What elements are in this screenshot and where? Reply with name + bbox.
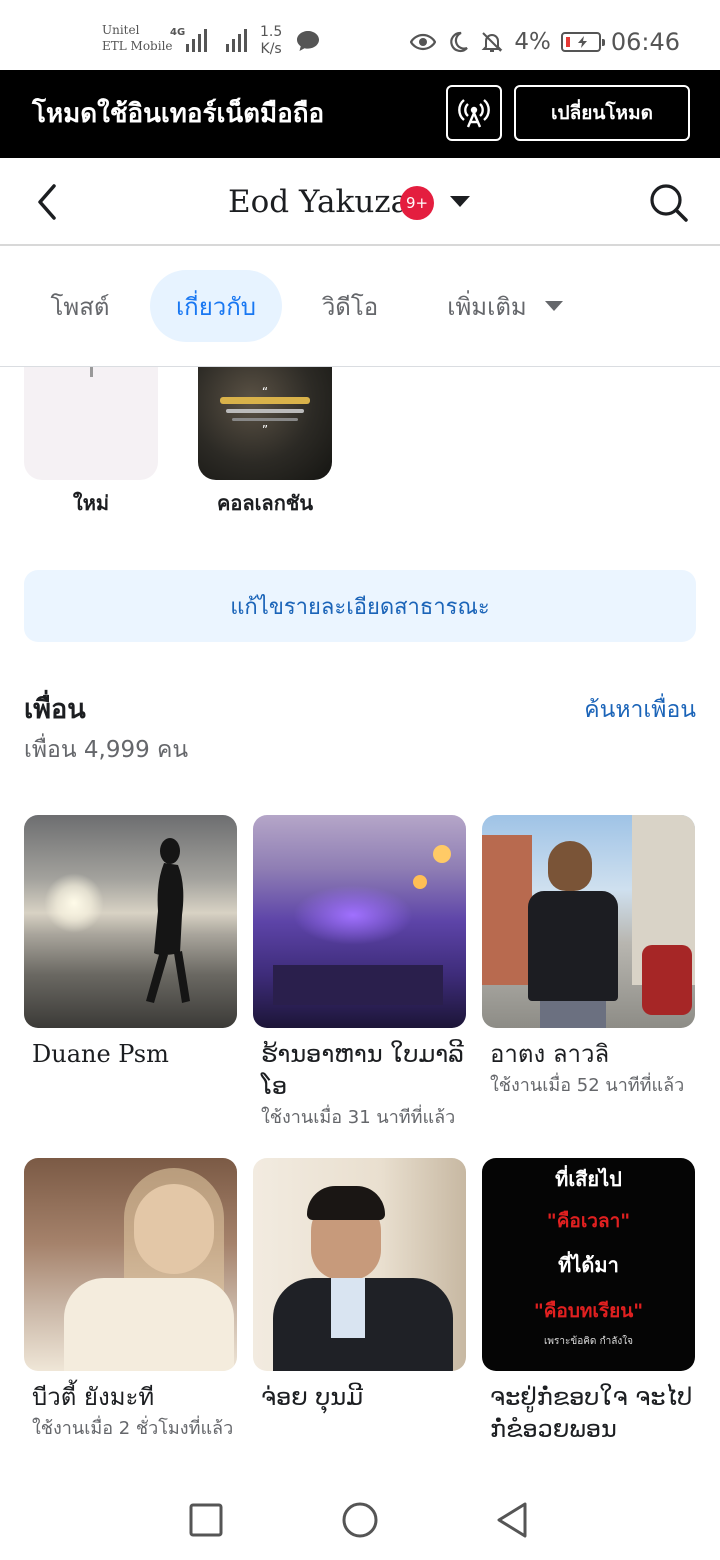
signal-icon-2 <box>226 28 247 52</box>
speed-value: 1.5 <box>260 24 283 40</box>
switch-mode-button[interactable]: เปลี่ยนโหมด <box>514 85 690 141</box>
plus-icon <box>90 367 93 377</box>
friend-photo[interactable]: ที่เสียไป "คือเวลา" ที่ได้มา "คือบทเรียน… <box>482 1158 695 1371</box>
notification-badge: 9+ <box>400 186 434 220</box>
tab-more[interactable]: เพิ่มเติม <box>430 270 580 342</box>
friend-photo[interactable] <box>253 815 466 1028</box>
friends-count: เพื่อน 4,999 คน <box>24 737 189 763</box>
featured-collection-thumb: “ ” <box>198 367 332 480</box>
friend-card[interactable]: Duane Psm <box>24 815 237 1070</box>
quote-line <box>220 397 310 404</box>
lamp <box>433 845 451 863</box>
poster-line2: "คือเวลา" <box>546 1210 631 1232</box>
dress <box>64 1278 234 1371</box>
network-speed: 1.5 K/s <box>260 24 282 58</box>
status-bar: Unitel ETL Mobile 4G 1.5 K/s 4% 06:46 <box>0 0 720 70</box>
friend-card[interactable]: ຮ້ານອາຫານ ໃບມາລີໂອ ใช้งานเมื่อ 31 นาทีที… <box>253 815 466 1130</box>
moon-icon <box>450 31 469 53</box>
pants <box>540 1001 606 1028</box>
clock: 06:46 <box>610 28 680 56</box>
head <box>548 841 592 891</box>
tab-videos[interactable]: วิดีโอ <box>300 270 400 342</box>
status-right: 4% 06:46 <box>410 26 680 58</box>
friend-name[interactable]: ຮ້ານອາຫານ ໃບມາລີໂອ <box>253 1038 466 1102</box>
friend-card[interactable]: อาตง ลาวลิ ใช้งานเมื่อ 52 นาทีที่แล้ว <box>482 815 695 1098</box>
mode-title: โหมดใช้อินเทอร์เน็ตมือถือ <box>32 99 325 129</box>
stage-light <box>293 885 413 945</box>
network-type: 4G <box>170 27 186 38</box>
quote-line-2 <box>226 409 304 413</box>
silhouette <box>146 838 190 1003</box>
battery-percent: 4% <box>514 29 551 55</box>
broadcast-icon <box>458 99 490 128</box>
friend-photo[interactable] <box>482 815 695 1028</box>
bell-off-icon <box>481 32 503 52</box>
featured-collection[interactable]: “ ” คอลเลกชัน <box>198 367 332 516</box>
search-icon[interactable] <box>646 180 690 224</box>
mobile-data-mode-banner: โหมดใช้อินเทอร์เน็ตมือถือ เปลี่ยนโหมด <box>0 70 720 158</box>
shirt <box>331 1278 365 1338</box>
friend-photo[interactable] <box>253 1158 466 1371</box>
carrier-line1: Unitel <box>102 23 140 37</box>
battery-icon <box>560 32 605 52</box>
poster-line1: ที่เสียไป <box>555 1167 622 1191</box>
tab-posts[interactable]: โพสต์ <box>26 270 134 342</box>
recent-apps-icon[interactable] <box>186 1500 226 1540</box>
featured-new-thumb <box>24 367 158 480</box>
chevron-down-icon <box>544 301 563 311</box>
poster-line5: เพราะข้อคิด กำลังใจ <box>544 1336 633 1347</box>
find-friends-link[interactable]: ค้นหาเพื่อน <box>584 692 696 728</box>
shirt <box>528 891 618 1001</box>
friend-name[interactable]: ຈ່ອຍ ບຸນມີ <box>253 1381 466 1413</box>
scooter <box>642 945 692 1015</box>
speed-unit: K/s <box>260 41 282 57</box>
carrier-line2: ETL Mobile <box>102 39 173 53</box>
friend-card[interactable]: บีวตี้ ยังมะที ใช้งานเมื่อ 2 ชั่วโมงที่แ… <box>24 1158 237 1441</box>
message-icon <box>297 31 319 51</box>
friend-name[interactable]: ຈະຢູ່ກໍ່ຂອບໃຈ ຈະໄປກໍ່ຂໍອວຍພອນ <box>482 1381 695 1445</box>
back-nav-icon[interactable] <box>492 1500 532 1540</box>
quote-line-3 <box>232 418 298 421</box>
chevron-down-icon[interactable] <box>450 196 470 207</box>
friend-name[interactable]: อาตง ลาวลิ <box>482 1038 695 1070</box>
lamp <box>413 875 427 889</box>
edit-public-details-button[interactable]: แก้ไขรายละเอียดสาธารณะ <box>24 570 696 642</box>
tables <box>273 965 443 1005</box>
profile-name[interactable]: Eod Yakuza <box>228 180 409 224</box>
profile-header: Eod Yakuza 9+ <box>0 158 720 246</box>
system-nav-bar <box>0 1480 720 1560</box>
tab-more-label: เพิ่มเติม <box>447 292 527 321</box>
tab-about[interactable]: เกี่ยวกับ <box>150 270 282 342</box>
friend-status: ใช้งานเมื่อ 52 นาทีที่แล้ว <box>490 1075 685 1096</box>
featured-collection-label: คอลเลกชัน <box>216 491 314 515</box>
carrier-label: Unitel ETL Mobile <box>102 22 173 54</box>
signal-icon <box>186 28 207 52</box>
friend-name[interactable]: Duane Psm <box>24 1038 237 1070</box>
back-icon[interactable] <box>26 180 70 224</box>
poster-line3: ที่ได้มา <box>558 1253 619 1277</box>
friend-status: ใช้งานเมื่อ 31 นาทีที่แล้ว <box>261 1107 456 1128</box>
profile-tabs: โพสต์ เกี่ยวกับ วิดีโอ เพิ่มเติม <box>0 246 720 367</box>
friend-card[interactable]: ที่เสียไป "คือเวลา" ที่ได้มา "คือบทเรียน… <box>482 1158 695 1445</box>
home-icon[interactable] <box>340 1500 380 1540</box>
friend-status: ใช้งานเมื่อ 2 ชั่วโมงที่แล้ว <box>32 1418 234 1439</box>
eye-icon <box>410 33 437 51</box>
friend-card[interactable]: ຈ່ອຍ ບຸນມີ <box>253 1158 466 1413</box>
hair <box>307 1186 385 1220</box>
broadcast-button[interactable] <box>446 85 502 141</box>
sun-glow <box>44 873 104 933</box>
friend-name[interactable]: บีวตี้ ยังมะที <box>24 1381 237 1413</box>
poster-line4: "คือบทเรียน" <box>533 1300 644 1322</box>
featured-new-label: ใหม่ <box>72 491 110 515</box>
featured-new[interactable]: ใหม่ <box>24 367 158 516</box>
building <box>482 835 532 985</box>
friend-photo[interactable] <box>24 1158 237 1371</box>
friends-title: เพื่อน <box>24 694 86 725</box>
quote-close-icon: ” <box>261 423 269 437</box>
friend-photo[interactable] <box>24 815 237 1028</box>
